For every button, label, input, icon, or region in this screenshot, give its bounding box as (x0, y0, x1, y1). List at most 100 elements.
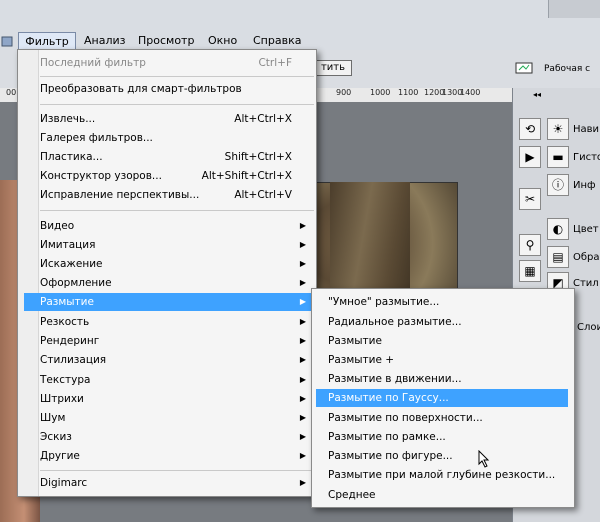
swatches-icon[interactable]: ▤ (547, 246, 569, 268)
panel-label-navigator[interactable]: Нави (573, 124, 599, 135)
workspace-icon (514, 60, 534, 79)
submenu-item-motion-blur[interactable]: Размытие в движении... (316, 370, 568, 388)
menu-separator (40, 104, 314, 105)
panel-label-styles[interactable]: Стил (573, 278, 599, 289)
submenu-arrow-icon: ▶ (299, 259, 306, 268)
submenu-arrow-icon: ▶ (299, 297, 306, 306)
ruler-tick: 900 (336, 88, 352, 97)
menu-item-label: Штрихи (40, 393, 84, 405)
menu-separator (40, 210, 314, 211)
menu-item-render[interactable]: Рендеринг ▶ (40, 332, 314, 350)
submenu-arrow-icon: ▶ (299, 375, 306, 384)
menu-analysis[interactable]: Анализ (84, 32, 126, 49)
collapse-arrows-icon[interactable]: ◂◂ (533, 90, 541, 99)
panel-label-color[interactable]: Цвет (573, 224, 599, 235)
menu-item-sketch[interactable]: Эскиз ▶ (40, 428, 314, 446)
clone-icon[interactable]: ⚲ (519, 234, 541, 256)
menu-item-noise[interactable]: Шум ▶ (40, 409, 314, 427)
menu-item-shortcut: Alt+Ctrl+X (234, 113, 292, 125)
menu-item-shortcut: Shift+Ctrl+X (224, 151, 292, 163)
submenu-item-surface-blur[interactable]: Размытие по поверхности... (316, 409, 568, 427)
menu-gutter (18, 50, 39, 496)
submenu-item-blur-more[interactable]: Размытие + (316, 351, 568, 369)
brush-icon[interactable]: ▦ (519, 260, 541, 282)
submenu-item-lens-blur[interactable]: Размытие при малой глубине резкости... (316, 466, 568, 484)
menu-item-label: Исправление перспективы... (40, 189, 200, 201)
ruler-tick: 00 (6, 88, 17, 97)
menu-item-label: Шум (40, 412, 66, 424)
submenu-arrow-icon: ▶ (299, 413, 306, 422)
menu-item-brush-strokes[interactable]: Штрихи ▶ (40, 390, 314, 408)
color-icon[interactable]: ◐ (547, 218, 569, 240)
ruler-tick: 1000 (370, 88, 391, 97)
menu-help[interactable]: Справка (253, 32, 301, 49)
menu-item-stylize-decor[interactable]: Оформление ▶ (40, 274, 314, 292)
menu-item-label: Стилизация (40, 354, 107, 366)
navigator-icon[interactable]: ☀ (547, 118, 569, 140)
menu-item-label: Галерея фильтров... (40, 132, 153, 144)
menu-item-convert-smart[interactable]: Преобразовать для смарт-фильтров (40, 80, 314, 98)
submenu-arrow-icon: ▶ (299, 432, 306, 441)
menu-item-stylize[interactable]: Стилизация ▶ (40, 351, 314, 369)
menu-item-pattern-maker[interactable]: Конструктор узоров... Alt+Shift+Ctrl+X (40, 167, 314, 185)
menu-window[interactable]: Окно (208, 32, 237, 49)
submenu-item-blur[interactable]: Размытие (316, 332, 568, 350)
menu-item-artistic[interactable]: Имитация ▶ (40, 236, 314, 254)
menu-view[interactable]: Просмотр (138, 32, 194, 49)
submenu-arrow-icon: ▶ (299, 221, 306, 230)
menu-item-sharpen[interactable]: Резкость ▶ (40, 313, 314, 331)
submenu-arrow-icon: ▶ (299, 394, 306, 403)
menu-separator (40, 76, 314, 77)
menu-item-video[interactable]: Видео ▶ (40, 217, 314, 235)
menu-item-distort[interactable]: Искажение ▶ (40, 255, 314, 273)
menu-item-label: Искажение (40, 258, 103, 270)
submenu-item-average[interactable]: Среднее (316, 486, 568, 504)
menu-item-label: Преобразовать для смарт-фильтров (40, 83, 242, 95)
submenu-arrow-icon: ▶ (299, 336, 306, 345)
menu-item-label: Рендеринг (40, 335, 100, 347)
menu-item-other[interactable]: Другие ▶ (40, 447, 314, 465)
history-icon[interactable]: ⟲ (519, 118, 541, 140)
filter-menu: Последний фильтр Ctrl+F Преобразовать дл… (17, 49, 317, 497)
submenu-item-box-blur[interactable]: Размытие по рамке... (316, 428, 568, 446)
menu-separator (40, 470, 314, 471)
submenu-item-shape-blur[interactable]: Размытие по фигуре... (316, 447, 568, 465)
tools-icon[interactable]: ✂ (519, 188, 541, 210)
menu-item-label: Резкость (40, 316, 90, 328)
histogram-icon[interactable]: ▬ (547, 146, 569, 168)
menu-item-label: Последний фильтр (40, 57, 146, 69)
menu-item-filter-gallery[interactable]: Галерея фильтров... (40, 129, 314, 147)
menu-item-digimarc[interactable]: Digimarc ▶ (40, 474, 314, 492)
info-icon[interactable]: ⓘ (547, 174, 569, 196)
menu-item-label: Оформление (40, 277, 112, 289)
submenu-item-gaussian-blur[interactable]: Размытие по Гауссу... (316, 389, 568, 407)
actions-icon[interactable]: ▶ (519, 146, 541, 168)
menu-item-label: Текстура (40, 374, 91, 386)
submenu-arrow-icon: ▶ (299, 278, 306, 287)
workspace-label: Рабочая с (544, 64, 591, 74)
panel-label-layers[interactable]: Слои (577, 322, 600, 333)
cursor-icon (478, 449, 490, 471)
submenu-arrow-icon: ▶ (299, 451, 306, 460)
ruler-tick: 1400 (460, 88, 481, 97)
panel-label-info[interactable]: Инф (573, 180, 596, 191)
menu-item-texture[interactable]: Текстура ▶ (40, 371, 314, 389)
panel-label-swatches[interactable]: Обра (573, 252, 600, 263)
workspace-switcher[interactable]: Рабочая с (512, 52, 600, 86)
menu-item-label: Digimarc (40, 477, 88, 489)
submenu-item-radial-blur[interactable]: Радиальное размытие... (316, 313, 568, 331)
menu-item-shortcut: Alt+Shift+Ctrl+X (201, 170, 292, 182)
menu-item-label: Эскиз (40, 431, 72, 443)
menu-item-extract[interactable]: Извлечь... Alt+Ctrl+X (40, 110, 314, 128)
panel-label-histogram[interactable]: Гисто (573, 152, 600, 163)
submenu-arrow-icon: ▶ (299, 240, 306, 249)
menu-item-label: Видео (40, 220, 75, 232)
menu-item-label: Имитация (40, 239, 96, 251)
menu-item-blur[interactable]: Размытие ▶ (24, 293, 314, 311)
submenu-item-smart-blur[interactable]: "Умное" размытие... (316, 293, 568, 311)
menu-item-last-filter: Последний фильтр Ctrl+F (40, 54, 314, 72)
window-controls[interactable] (548, 0, 600, 18)
menu-item-vanishing-point[interactable]: Исправление перспективы... Alt+Ctrl+V (40, 186, 314, 204)
menu-item-label: Извлечь... (40, 113, 96, 125)
menu-item-liquify[interactable]: Пластика... Shift+Ctrl+X (40, 148, 314, 166)
